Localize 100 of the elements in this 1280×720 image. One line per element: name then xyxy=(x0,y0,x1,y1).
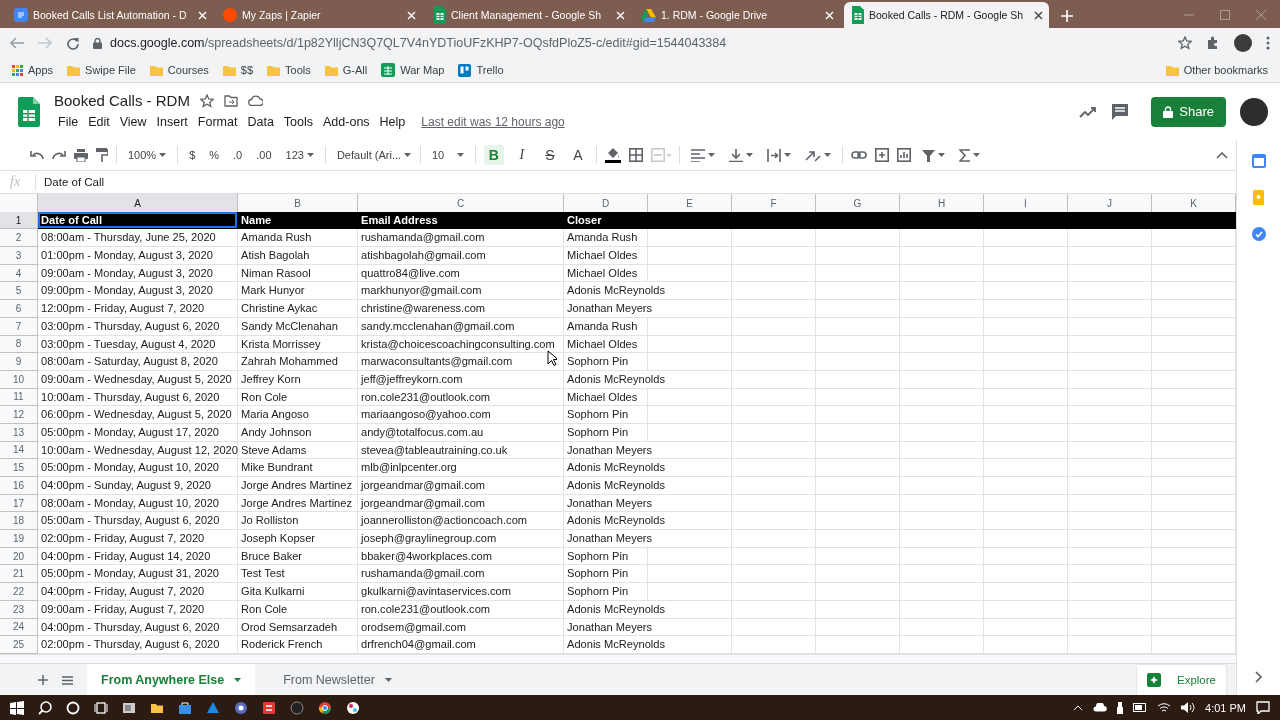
table-cell[interactable]: gkulkarni@avintaservices.com xyxy=(358,583,564,601)
star-icon[interactable] xyxy=(199,93,214,108)
row-number[interactable]: 15 xyxy=(0,459,38,477)
all-sheets-icon[interactable] xyxy=(62,675,73,685)
speaker-icon[interactable] xyxy=(1181,702,1196,713)
comment-icon[interactable] xyxy=(1111,103,1130,120)
task-view-icon[interactable] xyxy=(94,700,108,715)
bookmark[interactable]: Courses xyxy=(149,64,209,76)
table-cell[interactable]: Amanda Rush xyxy=(564,229,648,248)
undo-icon[interactable] xyxy=(30,150,44,160)
table-cell[interactable]: 09:00am - Monday, August 3, 2020 xyxy=(38,264,238,283)
number-format-dropdown[interactable]: 123 xyxy=(282,147,317,163)
horizontal-scrollbar[interactable] xyxy=(0,653,1236,663)
row-number[interactable]: 21 xyxy=(0,565,38,584)
fill-color-icon[interactable] xyxy=(604,147,621,163)
bookmark[interactable]: Trello xyxy=(458,63,504,77)
browser-icon[interactable] xyxy=(318,700,332,715)
table-cell[interactable]: Bruce Baker xyxy=(238,547,358,566)
close-icon[interactable] xyxy=(1034,10,1043,20)
table-cell[interactable]: Adonis McReynolds xyxy=(564,370,732,389)
table-cell[interactable]: Sophorn Pin xyxy=(564,423,648,442)
table-cell[interactable]: stevea@tableautraining.co.uk xyxy=(358,441,564,460)
table-cell[interactable]: Michael Oldes xyxy=(564,264,648,283)
table-cell[interactable]: Sophorn Pin xyxy=(564,547,648,566)
add-comment-icon[interactable] xyxy=(874,148,889,162)
search-icon[interactable] xyxy=(38,700,52,715)
table-cell[interactable]: ron.cole231@outlook.com xyxy=(358,600,564,619)
table-cell[interactable]: Sophorn Pin xyxy=(564,565,648,584)
sheet-tab[interactable]: From Anywhere Else xyxy=(87,663,256,695)
add-sheet-icon[interactable] xyxy=(38,675,48,686)
table-cell[interactable]: Jo Rolliston xyxy=(238,512,358,531)
browser-tab[interactable]: My Zaps | Zapier xyxy=(217,2,422,28)
table-cell[interactable]: Jorge Andres Martinez xyxy=(238,494,358,513)
table-cell[interactable]: 04:00pm - Thursday, August 6, 2020 xyxy=(38,618,238,637)
document-title[interactable]: Booked Calls - RDM xyxy=(54,92,190,109)
table-cell[interactable]: Michael Oldes xyxy=(564,388,648,407)
table-cell[interactable]: Mark Hunyor xyxy=(238,282,358,301)
table-cell[interactable]: Test Test xyxy=(238,565,358,584)
print-icon[interactable] xyxy=(74,148,88,162)
more-icon[interactable] xyxy=(1266,36,1270,50)
table-cell[interactable]: Adonis McReynolds xyxy=(564,636,732,654)
table-cell[interactable]: Zahrah Mohammed xyxy=(238,353,358,371)
table-cell[interactable]: Andy Johnson xyxy=(238,423,358,442)
triangle-icon[interactable] xyxy=(206,700,220,715)
row-number[interactable]: 22 xyxy=(0,583,38,601)
windows-start-icon[interactable] xyxy=(10,700,24,715)
font-dropdown[interactable]: Default (Ari... xyxy=(333,147,412,163)
row-number[interactable]: 3 xyxy=(0,247,38,265)
table-cell[interactable]: rushamanda@gmail.com xyxy=(358,229,564,248)
table-cell[interactable]: quattro84@live.com xyxy=(358,264,564,283)
table-cell[interactable]: 05:00pm - Monday, August 17, 2020 xyxy=(38,423,238,442)
table-cell[interactable]: Sophorn Pin xyxy=(564,406,648,424)
circle-icon[interactable] xyxy=(66,700,80,715)
table-cell[interactable]: Ron Cole xyxy=(238,388,358,407)
table-cell[interactable]: Amanda Rush xyxy=(564,317,648,336)
table-cell[interactable]: Krista Morrissey xyxy=(238,335,358,354)
maximize-icon[interactable] xyxy=(1220,10,1230,20)
table-cell[interactable]: 02:00pm - Friday, August 7, 2020 xyxy=(38,530,238,548)
bag-icon[interactable] xyxy=(178,700,192,715)
zoom-dropdown[interactable]: 100% xyxy=(125,147,170,163)
table-cell[interactable]: Christine Aykac xyxy=(238,300,358,318)
strikethrough-button[interactable]: S xyxy=(539,145,560,165)
menu-item[interactable]: View xyxy=(115,113,151,131)
table-cell[interactable]: Niman Rasool xyxy=(238,264,358,283)
table-cell[interactable]: Michael Oldes xyxy=(564,247,648,265)
table-cell[interactable]: 04:00pm - Friday, August 14, 2020 xyxy=(38,547,238,566)
table-cell[interactable]: markhunyor@gmail.com xyxy=(358,282,564,301)
table-cell[interactable]: 09:00am - Wednesday, August 5, 2020 xyxy=(38,370,238,389)
menu-item[interactable]: Format xyxy=(193,113,242,131)
table-cell[interactable]: 04:00pm - Friday, August 7, 2020 xyxy=(38,583,238,601)
share-button[interactable]: Share xyxy=(1151,96,1226,127)
sheets-logo-icon[interactable] xyxy=(18,96,40,127)
menu-item[interactable]: Help xyxy=(375,113,410,131)
browser-tab[interactable]: Client Management - Google Sh xyxy=(426,2,631,28)
bookmark[interactable]: Swipe File xyxy=(67,64,136,76)
table-cell[interactable]: 05:00pm - Monday, August 31, 2020 xyxy=(38,565,238,584)
text-color-button[interactable]: A xyxy=(567,145,588,165)
chart-icon[interactable] xyxy=(896,148,911,162)
table-cell[interactable]: 08:00am - Thursday, June 25, 2020 xyxy=(38,229,238,248)
row-number[interactable]: 2 xyxy=(0,229,38,248)
table-cell[interactable]: Ron Cole xyxy=(238,600,358,619)
browser-tab[interactable]: 1. RDM - Google Drive xyxy=(635,2,840,28)
table-cell[interactable]: 09:00pm - Monday, August 3, 2020 xyxy=(38,282,238,301)
table-cell[interactable]: Atish Bagolah xyxy=(238,247,358,265)
menu-item[interactable]: Insert xyxy=(152,113,192,131)
trend-icon[interactable] xyxy=(1079,105,1098,118)
row-number[interactable]: 5 xyxy=(0,282,38,301)
usb-icon[interactable] xyxy=(1117,701,1124,714)
bookmark-star-icon[interactable] xyxy=(1178,36,1192,50)
row-number[interactable]: 25 xyxy=(0,636,38,654)
table-cell[interactable]: 10:00am - Thursday, August 6, 2020 xyxy=(38,388,238,407)
table-cell[interactable]: sandy.mcclenahan@gmail.com xyxy=(358,317,564,336)
table-cell[interactable]: Jonathan Meyers xyxy=(564,441,732,460)
table-cell[interactable]: Mike Bundrant xyxy=(238,459,358,477)
table-cell[interactable]: Jonathan Meyers xyxy=(564,494,732,513)
table-cell[interactable]: Gita Kulkarni xyxy=(238,583,358,601)
bookmark[interactable]: Tools xyxy=(267,64,311,76)
table-cell[interactable]: Adonis McReynolds xyxy=(564,459,732,477)
explore-button[interactable]: Explore xyxy=(1137,665,1226,695)
italic-button[interactable]: I xyxy=(511,145,532,165)
